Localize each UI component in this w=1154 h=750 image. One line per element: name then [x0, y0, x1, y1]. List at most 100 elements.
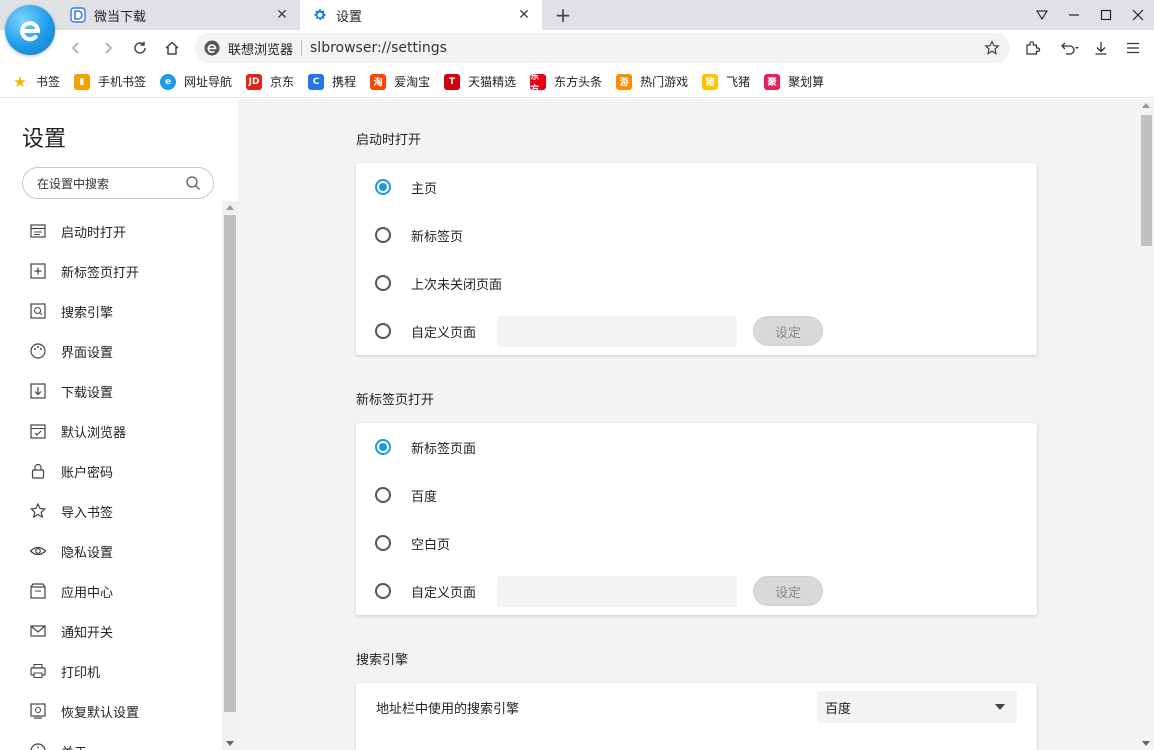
sidebar-item[interactable]: 启动时打开	[0, 211, 222, 251]
sidebar-item[interactable]: 搜索引擎	[0, 291, 222, 331]
new-tab-button[interactable]: +	[553, 3, 573, 27]
url-text[interactable]: slbrowser://settings	[310, 40, 982, 56]
scrollbar-thumb[interactable]	[1141, 115, 1152, 246]
download-icon	[29, 382, 47, 400]
bookmark-item[interactable]: 猪飞猪	[702, 73, 750, 90]
maximize-icon[interactable]	[1090, 0, 1122, 30]
radio-button[interactable]	[375, 275, 391, 291]
search-engine-select[interactable]: 百度	[817, 691, 1017, 723]
address-bar-engine-label: 地址栏中使用的搜索引擎	[376, 701, 520, 717]
menu-icon[interactable]	[1121, 36, 1145, 60]
sidebar-item[interactable]: 默认浏览器	[0, 411, 222, 451]
bookmark-item[interactable]: ★ 书签	[12, 73, 61, 91]
bookmark-item[interactable]: e 网址导航	[160, 73, 232, 90]
address-bar[interactable]: 联想浏览器 slbrowser://settings	[195, 33, 1010, 63]
sidebar-item[interactable]: 通知开关	[0, 611, 222, 651]
radio-label: 新标签页面	[411, 441, 477, 457]
scrollbar-thumb[interactable]	[224, 215, 236, 712]
custom-page-input[interactable]	[497, 315, 737, 347]
home-icon[interactable]	[160, 36, 184, 60]
search-icon[interactable]	[183, 173, 203, 193]
restore-icon	[29, 702, 47, 720]
sidebar-item[interactable]: 恢复默认设置	[0, 691, 222, 731]
site-name: 联想浏览器	[228, 42, 294, 58]
address-bar-engine-row: 地址栏中使用的搜索引擎 百度	[356, 683, 1037, 731]
scroll-up-icon[interactable]	[226, 205, 234, 210]
sidebar-item-label: 下载设置	[61, 385, 114, 401]
radio-button[interactable]	[375, 179, 391, 195]
bookmark-star-icon[interactable]	[982, 38, 1002, 58]
radio-label: 自定义页面	[411, 325, 477, 341]
sidebar-item[interactable]: 新标签页打开	[0, 251, 222, 291]
close-icon[interactable]: ✕	[274, 7, 290, 23]
newtab-option-blank[interactable]: 空白页	[356, 519, 1037, 567]
navigation-bar: 联想浏览器 slbrowser://settings	[0, 30, 1154, 66]
bookmark-item[interactable]: JD 京东	[246, 73, 294, 90]
back-icon[interactable]	[64, 36, 88, 60]
newtab-option-baidu[interactable]: 百度	[356, 471, 1037, 519]
download-icon[interactable]	[1089, 36, 1113, 60]
sidebar-item[interactable]: 界面设置	[0, 331, 222, 371]
reload-icon[interactable]	[128, 36, 152, 60]
bookmark-item[interactable]: 聚聚划算	[764, 73, 824, 90]
browser-logo-icon: e	[160, 73, 177, 90]
sidebar-item[interactable]: 打印机	[0, 651, 222, 691]
bookmark-item[interactable]: 东方 东方头条	[530, 72, 602, 95]
bookmark-item[interactable]: 游热门游戏	[616, 73, 688, 90]
scroll-down-icon[interactable]	[226, 741, 234, 746]
radio-button[interactable]	[375, 535, 391, 551]
radio-button[interactable]	[375, 227, 391, 243]
bookmark-item[interactable]: 淘爱淘宝	[370, 73, 430, 90]
bookmark-item[interactable]: ▮ 手机书签	[74, 73, 146, 90]
bookmark-label: 书签	[36, 75, 61, 89]
custom-page-input[interactable]	[497, 575, 737, 607]
bookmark-item[interactable]: T 天猫精选	[444, 73, 516, 90]
bookmark-item[interactable]: C 携程	[308, 73, 356, 90]
search-placeholder: 在设置中搜索	[37, 176, 110, 191]
close-icon[interactable]: ✕	[516, 7, 532, 23]
extensions-icon[interactable]	[1021, 36, 1045, 60]
startup-option-newtab[interactable]: 新标签页	[356, 211, 1037, 259]
sidebar-item[interactable]: 账户密码	[0, 451, 222, 491]
bookmark-label: 网址导航	[184, 75, 233, 89]
radio-label: 百度	[411, 489, 438, 505]
sidebar-item-label: 恢复默认设置	[61, 705, 140, 721]
sidebar-item[interactable]: 导入书签	[0, 491, 222, 531]
radio-label: 主页	[411, 181, 438, 197]
scroll-down-icon[interactable]	[1142, 741, 1150, 746]
radio-button[interactable]	[375, 583, 391, 599]
tab-weidown[interactable]: 微当下载 ✕	[58, 0, 300, 30]
palette-icon	[29, 342, 47, 360]
jd-icon: JD	[246, 73, 263, 90]
dftt-icon: 东方	[530, 72, 547, 95]
browser-logo-icon[interactable]	[5, 5, 55, 55]
startup-option-homepage[interactable]: 主页	[356, 163, 1037, 211]
startup-set-button[interactable]: 设定	[753, 316, 823, 346]
undo-close-icon[interactable]	[1055, 36, 1083, 60]
newtab-set-button[interactable]: 设定	[753, 576, 823, 606]
eye-icon	[29, 542, 47, 560]
radio-button[interactable]	[375, 439, 391, 455]
forward-icon[interactable]	[96, 36, 120, 60]
startup-option-restore[interactable]: 上次未关闭页面	[356, 259, 1037, 307]
radio-button[interactable]	[375, 323, 391, 339]
sidebar-item[interactable]: 下载设置	[0, 371, 222, 411]
newtab-option-custom[interactable]: 自定义页面 设定	[356, 567, 1037, 615]
tab-title: 设置	[336, 9, 363, 25]
sidebar-item[interactable]: 隐私设置	[0, 531, 222, 571]
minimize-icon[interactable]	[1058, 0, 1090, 30]
tab-settings[interactable]: 设置 ✕	[300, 0, 542, 30]
sidebar-scrollbar[interactable]	[222, 201, 238, 750]
startup-option-custom[interactable]: 自定义页面 设定	[356, 307, 1037, 355]
content-scrollbar[interactable]	[1138, 99, 1154, 750]
sidebar-item[interactable]: 关于	[0, 731, 222, 750]
radio-button[interactable]	[375, 487, 391, 503]
bookmark-label: 携程	[332, 75, 357, 89]
sidebar-nav-list: 启动时打开 新标签页打开 搜索引擎 界面设置下载设置默认浏览器 账户密码 导入书签 隐私设置…	[0, 211, 222, 750]
settings-search-input[interactable]: 在设置中搜索	[22, 167, 214, 199]
window-close-icon[interactable]	[1122, 0, 1154, 30]
menu-shield-icon[interactable]	[1026, 0, 1058, 30]
newtab-option-newtab-page[interactable]: 新标签页面	[356, 423, 1037, 471]
scroll-up-icon[interactable]	[1142, 103, 1150, 108]
sidebar-item[interactable]: 应用中心	[0, 571, 222, 611]
